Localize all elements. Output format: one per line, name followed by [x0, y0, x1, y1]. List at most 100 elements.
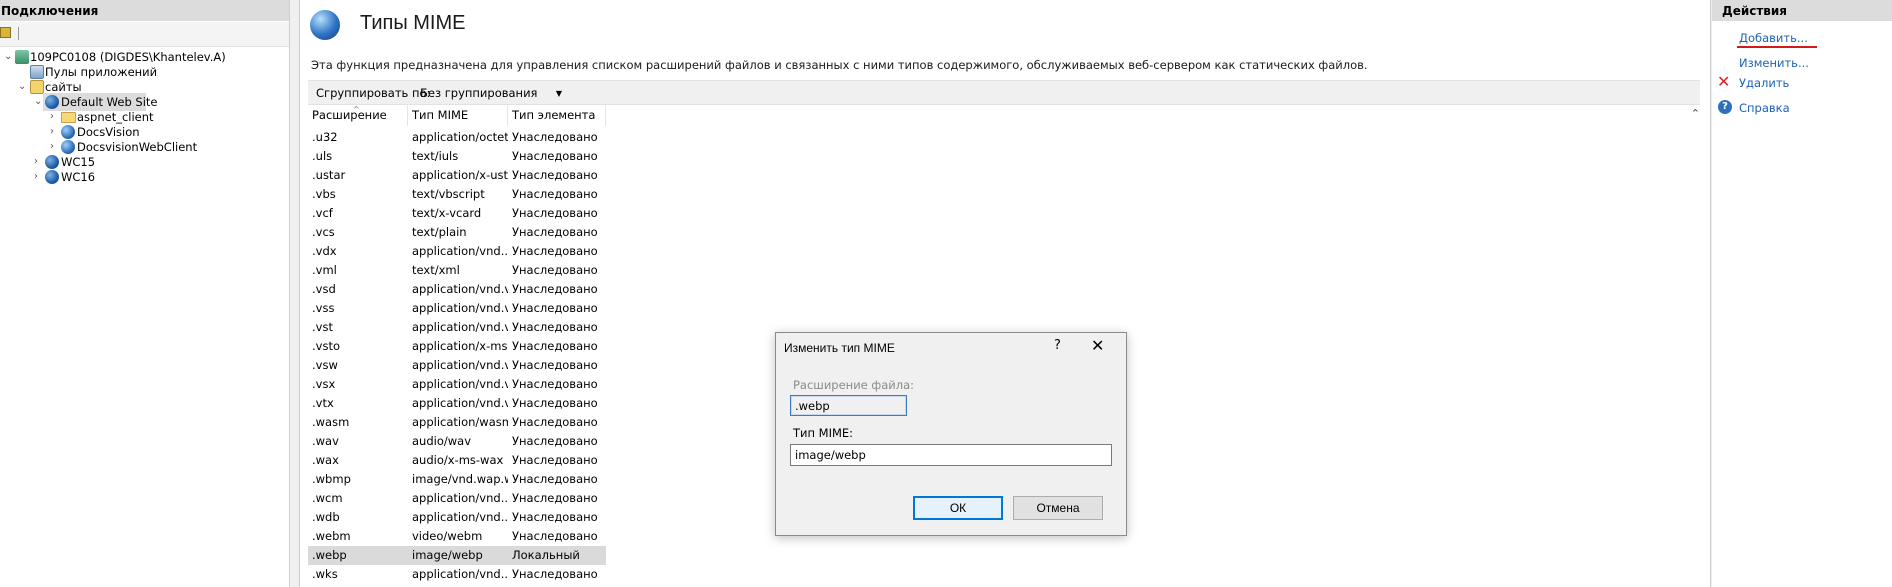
- table-row[interactable]: .wasm application/wasm Унаследовано: [308, 413, 606, 432]
- cell-mime-type: application/vnd....: [412, 244, 508, 258]
- tree-item[interactable]: › WC16: [0, 168, 280, 186]
- cell-extension: .webm: [312, 529, 351, 543]
- table-row[interactable]: .wcm application/vnd.... Унаследовано: [308, 489, 606, 508]
- cell-extension: .wax: [312, 453, 339, 467]
- table-row[interactable]: .vsw application/vnd.vi... Унаследовано: [308, 356, 606, 375]
- tree-expand-icon[interactable]: ⌄: [34, 97, 43, 107]
- cell-mime-type: application/vnd....: [412, 567, 508, 581]
- table-row[interactable]: .vss application/vnd.vi... Унаследовано: [308, 299, 606, 318]
- scroll-up-icon[interactable]: ⌃: [1691, 107, 1700, 120]
- cell-entry-type: Унаследовано: [512, 453, 598, 467]
- add-action[interactable]: Добавить...: [1739, 31, 1808, 45]
- globe-icon: [45, 95, 59, 109]
- column-mime-type[interactable]: Тип MIME: [408, 105, 508, 126]
- cell-mime-type: text/iuls: [412, 149, 459, 163]
- group-by-select[interactable]: Без группирования ▼: [418, 84, 568, 103]
- cell-entry-type: Унаследовано: [512, 130, 598, 144]
- cell-extension: .wasm: [312, 415, 350, 429]
- table-row[interactable]: .u32 application/octet-... Унаследовано: [308, 128, 606, 147]
- table-row[interactable]: .vcf text/x-vcard Унаследовано: [308, 204, 606, 223]
- connect-icon[interactable]: [0, 27, 11, 38]
- cancel-button[interactable]: Отмена: [1013, 496, 1103, 520]
- tree-expand-icon[interactable]: ›: [34, 172, 43, 182]
- application-icon: [61, 140, 75, 154]
- column-extension[interactable]: ^ Расширение: [308, 105, 408, 126]
- extension-field[interactable]: .webp: [790, 395, 907, 416]
- tree-expand-icon[interactable]: ›: [50, 112, 59, 122]
- cell-entry-type: Унаследовано: [512, 301, 598, 315]
- table-row[interactable]: .wav audio/wav Унаследовано: [308, 432, 606, 451]
- table-row[interactable]: .ustar application/x-ustar Унаследовано: [308, 166, 606, 185]
- mime-type-field[interactable]: image/webp: [790, 444, 1112, 466]
- table-row[interactable]: .wbmp image/vnd.wap.w... Унаследовано: [308, 470, 606, 489]
- help-action[interactable]: Справка: [1739, 101, 1790, 115]
- cell-entry-type: Унаследовано: [512, 529, 598, 543]
- cell-entry-type: Унаследовано: [512, 491, 598, 505]
- table-row[interactable]: .vtx application/vnd.vi... Унаследовано: [308, 394, 606, 413]
- ok-button[interactable]: ОК: [913, 496, 1003, 520]
- table-row[interactable]: .webm video/webm Унаследовано: [308, 527, 606, 546]
- globe-icon: [45, 155, 59, 169]
- table-row[interactable]: .uls text/iuls Унаследовано: [308, 147, 606, 166]
- tree-expand-icon[interactable]: ›: [50, 127, 59, 137]
- table-row[interactable]: .webp image/webp Локальный: [308, 546, 606, 565]
- page-title: Типы MIME: [360, 12, 466, 34]
- cell-mime-type: image/webp: [412, 548, 483, 562]
- table-row[interactable]: .vml text/xml Унаследовано: [308, 261, 606, 280]
- mime-type-label: Тип MIME:: [793, 426, 854, 440]
- cell-mime-type: application/vnd....: [412, 491, 508, 505]
- table-row[interactable]: .vcs text/plain Унаследовано: [308, 223, 606, 242]
- table-row[interactable]: .vsto application/x-ms-... Унаследовано: [308, 337, 606, 356]
- tree-expand-icon[interactable]: ›: [34, 157, 43, 167]
- cell-extension: .vbs: [312, 187, 336, 201]
- table-row[interactable]: .wax audio/x-ms-wax Унаследовано: [308, 451, 606, 470]
- table-row[interactable]: .wks application/vnd.... Унаследовано: [308, 565, 606, 584]
- cell-extension: .wdb: [312, 510, 340, 524]
- table-row[interactable]: .vsx application/vnd.vi... Унаследовано: [308, 375, 606, 394]
- cell-entry-type: Унаследовано: [512, 567, 598, 581]
- table-row[interactable]: .vdx application/vnd.... Унаследовано: [308, 242, 606, 261]
- actions-header: Действия: [1712, 0, 1892, 21]
- cell-extension: .wbmp: [312, 472, 351, 486]
- cell-mime-type: image/vnd.wap.w...: [412, 472, 508, 486]
- cell-mime-type: application/octet-...: [412, 130, 508, 144]
- toolbar-separator: [18, 27, 19, 40]
- table-row[interactable]: .vsd application/vnd.vi... Унаследовано: [308, 280, 606, 299]
- cell-entry-type: Унаследовано: [512, 149, 598, 163]
- cell-mime-type: audio/x-ms-wax: [412, 453, 504, 467]
- column-entry-type[interactable]: Тип элемента: [508, 105, 606, 126]
- tree-expand-icon[interactable]: ⌄: [4, 52, 13, 62]
- cell-extension: .vcf: [312, 206, 333, 220]
- tree-expand-icon[interactable]: ›: [50, 142, 59, 152]
- dialog-help-icon[interactable]: ?: [1054, 338, 1061, 353]
- cell-entry-type: Унаследовано: [512, 206, 598, 220]
- cell-mime-type: application/vnd.vi...: [412, 320, 508, 334]
- cell-mime-type: application/vnd.vi...: [412, 301, 508, 315]
- tree-item-label: WC16: [61, 170, 96, 184]
- table-row[interactable]: .vst application/vnd.vi... Унаследовано: [308, 318, 606, 337]
- cell-extension: .wav: [312, 434, 339, 448]
- cell-extension: .vsto: [312, 339, 340, 353]
- table-row[interactable]: .wdb application/vnd.... Унаследовано: [308, 508, 606, 527]
- dialog-close-icon[interactable]: ✕: [1091, 336, 1104, 355]
- table-row[interactable]: .vbs text/vbscript Унаследовано: [308, 185, 606, 204]
- cell-extension: .wks: [312, 567, 338, 581]
- actions-panel: Действия Добавить... Изменить... ✕ Удали…: [1712, 0, 1892, 587]
- folder-icon: [61, 112, 76, 123]
- cell-mime-type: application/vnd....: [412, 510, 508, 524]
- cell-entry-type: Унаследовано: [512, 434, 598, 448]
- cell-extension: .vdx: [312, 244, 337, 258]
- cell-mime-type: video/webm: [412, 529, 483, 543]
- cell-mime-type: application/wasm: [412, 415, 508, 429]
- group-bar: Сгруппировать по: Без группирования ▼: [308, 80, 1700, 105]
- cell-mime-type: application/x-ustar: [412, 168, 508, 182]
- edit-action[interactable]: Изменить...: [1739, 56, 1809, 70]
- application-icon: [61, 125, 75, 139]
- cell-extension: .u32: [312, 130, 338, 144]
- cell-mime-type: application/vnd.vi...: [412, 358, 508, 372]
- cell-extension: .ustar: [312, 168, 346, 182]
- tree-expand-icon[interactable]: ⌄: [18, 82, 27, 92]
- connections-toolbar: [0, 22, 289, 47]
- group-by-value: Без группирования: [420, 86, 538, 100]
- delete-action[interactable]: Удалить: [1739, 76, 1789, 90]
